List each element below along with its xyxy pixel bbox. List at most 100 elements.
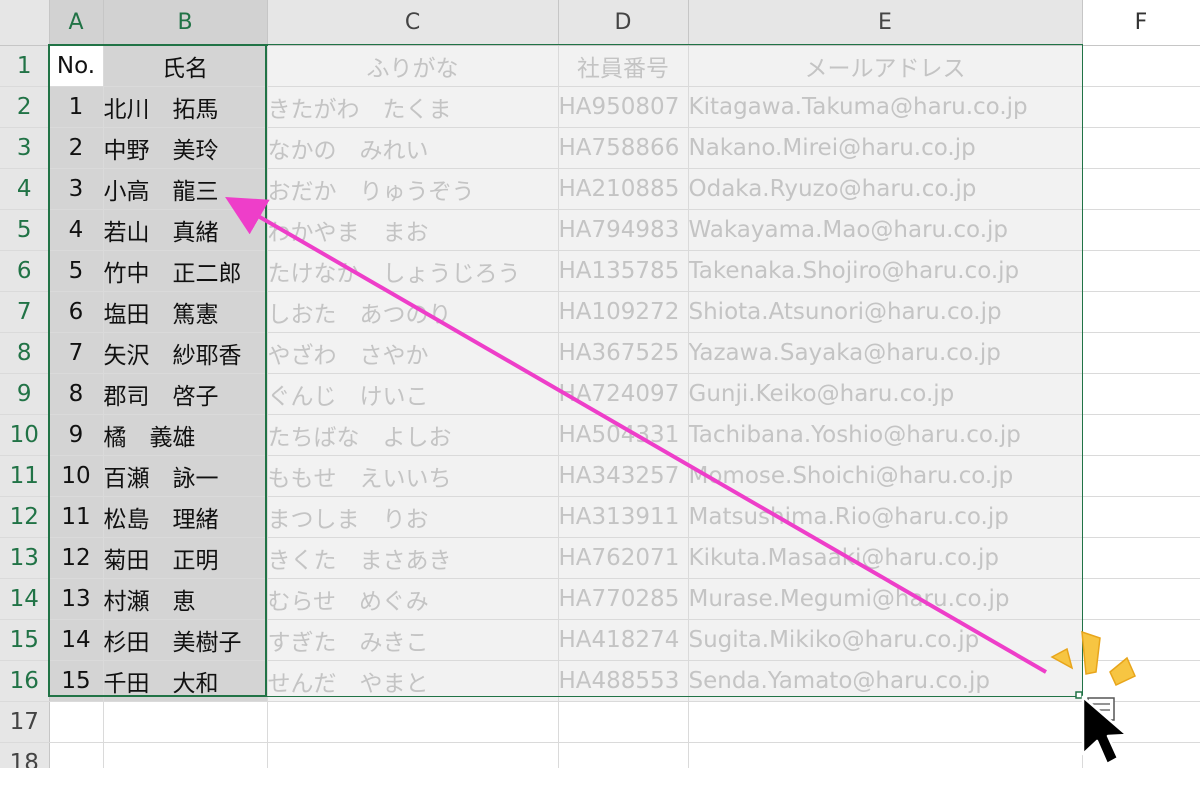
empty-cell[interactable] [1082, 701, 1200, 743]
cell-no[interactable]: 10 [49, 455, 104, 497]
cell-name[interactable]: 北川 拓馬 [103, 86, 268, 128]
empty-cell[interactable] [1082, 660, 1200, 702]
row-header[interactable]: 1 [0, 45, 50, 87]
empty-cell[interactable] [1082, 455, 1200, 497]
cell-email[interactable]: Nakano.Mirei@haru.co.jp [688, 127, 1083, 169]
cell-kana[interactable]: やざわ さやか [267, 332, 559, 374]
empty-cell[interactable] [1082, 250, 1200, 292]
empty-cell[interactable] [49, 701, 104, 743]
cell-employee-id[interactable]: HA343257 [558, 455, 689, 497]
cell-name[interactable]: 若山 真緒 [103, 209, 268, 251]
cell-name[interactable]: 菊田 正明 [103, 537, 268, 579]
cell-no[interactable]: 2 [49, 127, 104, 169]
cell-no[interactable]: 9 [49, 414, 104, 456]
cell-name[interactable]: 塩田 篤憲 [103, 291, 268, 333]
cell-kana[interactable]: むらせ めぐみ [267, 578, 559, 620]
row-header[interactable]: 3 [0, 127, 50, 169]
row-header[interactable]: 6 [0, 250, 50, 292]
cell-email[interactable]: Kikuta.Masaaki@haru.co.jp [688, 537, 1083, 579]
cell-email[interactable]: Shiota.Atsunori@haru.co.jp [688, 291, 1083, 333]
row-header[interactable]: 11 [0, 455, 50, 497]
cell-email[interactable]: Odaka.Ryuzo@haru.co.jp [688, 168, 1083, 210]
cell-email[interactable]: Murase.Megumi@haru.co.jp [688, 578, 1083, 620]
row-header[interactable]: 14 [0, 578, 50, 620]
cell-employee-id[interactable]: HA762071 [558, 537, 689, 579]
empty-cell[interactable] [1082, 291, 1200, 333]
cell-kana[interactable]: ももせ えいいち [267, 455, 559, 497]
row-header[interactable]: 12 [0, 496, 50, 538]
cell-no[interactable]: 15 [49, 660, 104, 702]
cell-email[interactable]: Wakayama.Mao@haru.co.jp [688, 209, 1083, 251]
empty-cell[interactable] [1082, 373, 1200, 415]
empty-cell[interactable] [1082, 168, 1200, 210]
header-cell-employee-id[interactable]: 社員番号 [558, 45, 689, 87]
cell-name[interactable]: 松島 理緒 [103, 496, 268, 538]
column-header-b[interactable]: B [103, 0, 268, 46]
row-header[interactable]: 4 [0, 168, 50, 210]
cell-employee-id[interactable]: HA313911 [558, 496, 689, 538]
cell-no[interactable]: 4 [49, 209, 104, 251]
row-header[interactable]: 17 [0, 701, 50, 743]
cell-name[interactable]: 竹中 正二郎 [103, 250, 268, 292]
column-header-d[interactable]: D [558, 0, 689, 46]
empty-cell[interactable] [1082, 45, 1200, 87]
cell-employee-id[interactable]: HA109272 [558, 291, 689, 333]
cell-kana[interactable]: きくた まさあき [267, 537, 559, 579]
cell-email[interactable]: Senda.Yamato@haru.co.jp [688, 660, 1083, 702]
column-header-e[interactable]: E [688, 0, 1083, 46]
cell-no[interactable]: 7 [49, 332, 104, 374]
empty-cell[interactable] [558, 742, 689, 768]
cell-employee-id[interactable]: HA770285 [558, 578, 689, 620]
cell-no[interactable]: 13 [49, 578, 104, 620]
empty-cell[interactable] [1082, 127, 1200, 169]
empty-cell[interactable] [49, 742, 104, 768]
cell-name[interactable]: 小高 龍三 [103, 168, 268, 210]
row-header[interactable]: 15 [0, 619, 50, 661]
row-header[interactable]: 18 [0, 742, 50, 768]
empty-cell[interactable] [267, 701, 559, 743]
header-cell-kana[interactable]: ふりがな [267, 45, 559, 87]
header-cell-name[interactable]: 氏名 [103, 45, 268, 87]
empty-cell[interactable] [688, 701, 1083, 743]
empty-cell[interactable] [1082, 209, 1200, 251]
cell-email[interactable]: Matsushima.Rio@haru.co.jp [688, 496, 1083, 538]
empty-cell[interactable] [1082, 86, 1200, 128]
cell-kana[interactable]: すぎた みきこ [267, 619, 559, 661]
cell-no[interactable]: 8 [49, 373, 104, 415]
cell-email[interactable]: Tachibana.Yoshio@haru.co.jp [688, 414, 1083, 456]
cell-no[interactable]: 1 [49, 86, 104, 128]
cell-no[interactable]: 5 [49, 250, 104, 292]
row-header[interactable]: 16 [0, 660, 50, 702]
cell-name[interactable]: 村瀬 恵 [103, 578, 268, 620]
cell-kana[interactable]: たけなか しょうじろう [267, 250, 559, 292]
empty-cell[interactable] [1082, 537, 1200, 579]
empty-cell[interactable] [267, 742, 559, 768]
empty-cell[interactable] [1082, 742, 1200, 768]
cell-kana[interactable]: しおた あつのり [267, 291, 559, 333]
empty-cell[interactable] [103, 742, 268, 768]
empty-cell[interactable] [1082, 414, 1200, 456]
spreadsheet-grid[interactable]: A B C D E F 1 No. 氏名 ふりがな 社員番号 メールアドレス 2… [0, 0, 1200, 768]
row-header[interactable]: 2 [0, 86, 50, 128]
row-header[interactable]: 13 [0, 537, 50, 579]
cell-employee-id[interactable]: HA418274 [558, 619, 689, 661]
cell-employee-id[interactable]: HA794983 [558, 209, 689, 251]
row-header[interactable]: 9 [0, 373, 50, 415]
column-header-a[interactable]: A [49, 0, 104, 46]
cell-kana[interactable]: たちばな よしお [267, 414, 559, 456]
empty-cell[interactable] [103, 701, 268, 743]
header-cell-email[interactable]: メールアドレス [688, 45, 1083, 87]
cell-employee-id[interactable]: HA950807 [558, 86, 689, 128]
cell-email[interactable]: Gunji.Keiko@haru.co.jp [688, 373, 1083, 415]
cell-employee-id[interactable]: HA135785 [558, 250, 689, 292]
cell-employee-id[interactable]: HA758866 [558, 127, 689, 169]
cell-name[interactable]: 百瀬 詠一 [103, 455, 268, 497]
cell-kana[interactable]: せんだ やまと [267, 660, 559, 702]
cell-name[interactable]: 橘 義雄 [103, 414, 268, 456]
cell-email[interactable]: Kitagawa.Takuma@haru.co.jp [688, 86, 1083, 128]
cell-no[interactable]: 14 [49, 619, 104, 661]
cell-no[interactable]: 3 [49, 168, 104, 210]
cell-name[interactable]: 郡司 啓子 [103, 373, 268, 415]
cell-kana[interactable]: まつしま りお [267, 496, 559, 538]
empty-cell[interactable] [558, 701, 689, 743]
